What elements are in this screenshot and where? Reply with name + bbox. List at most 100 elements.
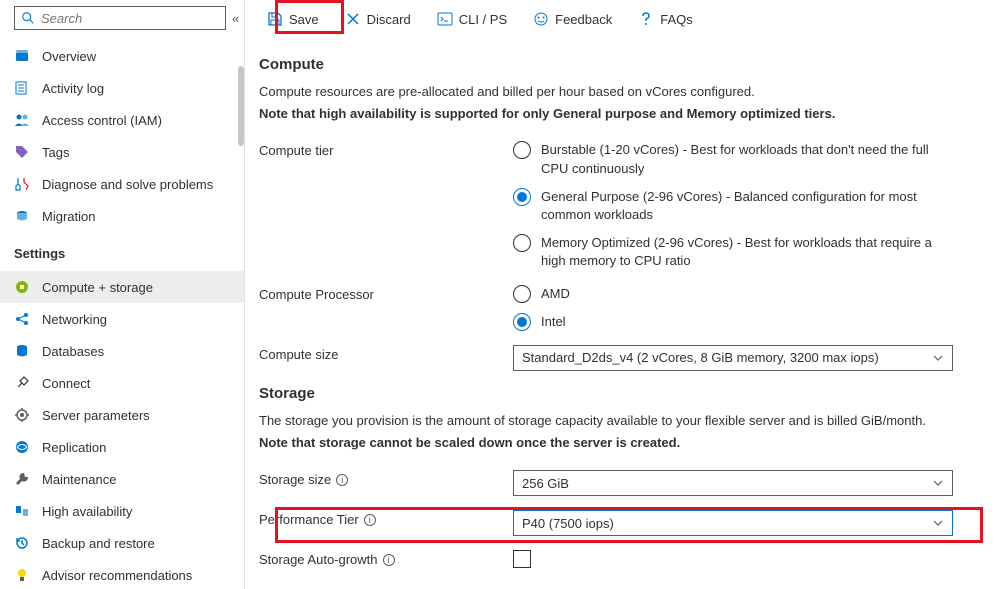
- nav-overview[interactable]: Overview: [0, 40, 244, 72]
- nav-activity-log[interactable]: Activity log: [0, 72, 244, 104]
- autogrow-label: Storage Auto-growth i: [259, 550, 513, 567]
- radio-icon: [513, 285, 531, 303]
- networking-icon: [14, 311, 30, 327]
- cli-label: CLI / PS: [459, 12, 507, 27]
- proc-amd-radio[interactable]: AMD: [513, 285, 955, 303]
- faqs-icon: [638, 11, 654, 27]
- activity-log-icon: [14, 80, 30, 96]
- nav-label: Migration: [42, 209, 95, 224]
- storage-desc: The storage you provision is the amount …: [259, 412, 984, 430]
- nav-compute-storage[interactable]: Compute + storage: [0, 271, 244, 303]
- storage-size-label: Storage size i: [259, 470, 513, 487]
- tags-icon: [14, 144, 30, 160]
- nav-label: Server parameters: [42, 408, 150, 423]
- proc-intel-radio[interactable]: Intel: [513, 313, 955, 331]
- save-button[interactable]: Save: [259, 7, 327, 31]
- nav-tags[interactable]: Tags: [0, 136, 244, 168]
- cli-icon: [437, 11, 453, 27]
- autogrow-checkbox[interactable]: [513, 550, 531, 568]
- high-availability-icon: [14, 503, 30, 519]
- nav-label: Access control (IAM): [42, 113, 162, 128]
- save-icon: [267, 11, 283, 27]
- nav-label: Activity log: [42, 81, 104, 96]
- replication-icon: [14, 439, 30, 455]
- compute-proc-label: Compute Processor: [259, 285, 513, 302]
- nav-label: Maintenance: [42, 472, 116, 487]
- nav-diagnose[interactable]: Diagnose and solve problems: [0, 168, 244, 200]
- compute-size-label: Compute size: [259, 345, 513, 362]
- backup-restore-icon: [14, 535, 30, 551]
- nav-replication[interactable]: Replication: [0, 431, 244, 463]
- nav-high-availability[interactable]: High availability: [0, 495, 244, 527]
- nav-label: High availability: [42, 504, 132, 519]
- nav-maintenance[interactable]: Maintenance: [0, 463, 244, 495]
- compute-note: Note that high availability is supported…: [259, 105, 984, 123]
- nav-databases[interactable]: Databases: [0, 335, 244, 367]
- scrollbar-thumb[interactable]: [238, 66, 244, 146]
- search-input[interactable]: [14, 6, 226, 30]
- collapse-sidebar-button[interactable]: «: [232, 11, 239, 26]
- faqs-button[interactable]: FAQs: [630, 7, 701, 31]
- tier-memory-radio[interactable]: Memory Optimized (2-96 vCores) - Best fo…: [513, 234, 955, 270]
- nav-label: Compute + storage: [42, 280, 153, 295]
- select-value: P40 (7500 iops): [522, 516, 614, 531]
- tier-burstable-radio[interactable]: Burstable (1-20 vCores) - Best for workl…: [513, 141, 955, 177]
- info-icon[interactable]: i: [364, 514, 376, 526]
- settings-heading: Settings: [0, 232, 244, 267]
- access-control-icon: [14, 112, 30, 128]
- discard-icon: [345, 11, 361, 27]
- sidebar: « Overview Activity log Access control (…: [0, 0, 245, 589]
- chevron-down-icon: [932, 477, 944, 489]
- diagnose-icon: [14, 176, 30, 192]
- nav-label: Overview: [42, 49, 96, 64]
- nav-migration[interactable]: Migration: [0, 200, 244, 232]
- nav-label: Diagnose and solve problems: [42, 177, 213, 192]
- radio-icon: [513, 234, 531, 252]
- feedback-button[interactable]: Feedback: [525, 7, 620, 31]
- nav-label: Networking: [42, 312, 107, 327]
- nav-label: Advisor recommendations: [42, 568, 192, 583]
- discard-label: Discard: [367, 12, 411, 27]
- compute-heading: Compute: [259, 56, 984, 73]
- main-content: Save Discard CLI / PS Feedback FAQs Comp…: [245, 0, 998, 589]
- nav-label: Tags: [42, 145, 69, 160]
- nav-backup-restore[interactable]: Backup and restore: [0, 527, 244, 559]
- toolbar: Save Discard CLI / PS Feedback FAQs: [245, 0, 998, 38]
- advisor-icon: [14, 567, 30, 583]
- nav-advisor[interactable]: Advisor recommendations: [0, 559, 244, 589]
- chevron-down-icon: [932, 517, 944, 529]
- radio-label: Burstable (1-20 vCores) - Best for workl…: [541, 141, 941, 177]
- select-value: 256 GiB: [522, 476, 569, 491]
- select-value: Standard_D2ds_v4 (2 vCores, 8 GiB memory…: [522, 350, 879, 365]
- nav-label: Databases: [42, 344, 104, 359]
- nav-label: Backup and restore: [42, 536, 155, 551]
- radio-icon: [513, 313, 531, 331]
- cli-button[interactable]: CLI / PS: [429, 7, 515, 31]
- migration-icon: [14, 208, 30, 224]
- search-field[interactable]: [41, 11, 219, 26]
- storage-heading: Storage: [259, 385, 984, 402]
- nav-connect[interactable]: Connect: [0, 367, 244, 399]
- compute-size-select[interactable]: Standard_D2ds_v4 (2 vCores, 8 GiB memory…: [513, 345, 953, 371]
- radio-icon: [513, 188, 531, 206]
- perf-tier-label: Performance Tier i: [259, 510, 513, 527]
- tier-general-radio[interactable]: General Purpose (2-96 vCores) - Balanced…: [513, 188, 955, 224]
- info-icon[interactable]: i: [336, 474, 348, 486]
- radio-label: General Purpose (2-96 vCores) - Balanced…: [541, 188, 941, 224]
- search-icon: [21, 11, 35, 25]
- nav-server-parameters[interactable]: Server parameters: [0, 399, 244, 431]
- nav-label: Connect: [42, 376, 90, 391]
- discard-button[interactable]: Discard: [337, 7, 419, 31]
- compute-desc: Compute resources are pre-allocated and …: [259, 83, 984, 101]
- info-icon[interactable]: i: [383, 554, 395, 566]
- nav-networking[interactable]: Networking: [0, 303, 244, 335]
- maintenance-icon: [14, 471, 30, 487]
- storage-size-select[interactable]: 256 GiB: [513, 470, 953, 496]
- nav-access-control[interactable]: Access control (IAM): [0, 104, 244, 136]
- chevron-down-icon: [932, 352, 944, 364]
- storage-note: Note that storage cannot be scaled down …: [259, 434, 984, 452]
- radio-icon: [513, 141, 531, 159]
- compute-storage-icon: [14, 279, 30, 295]
- feedback-label: Feedback: [555, 12, 612, 27]
- perf-tier-select[interactable]: P40 (7500 iops): [513, 510, 953, 536]
